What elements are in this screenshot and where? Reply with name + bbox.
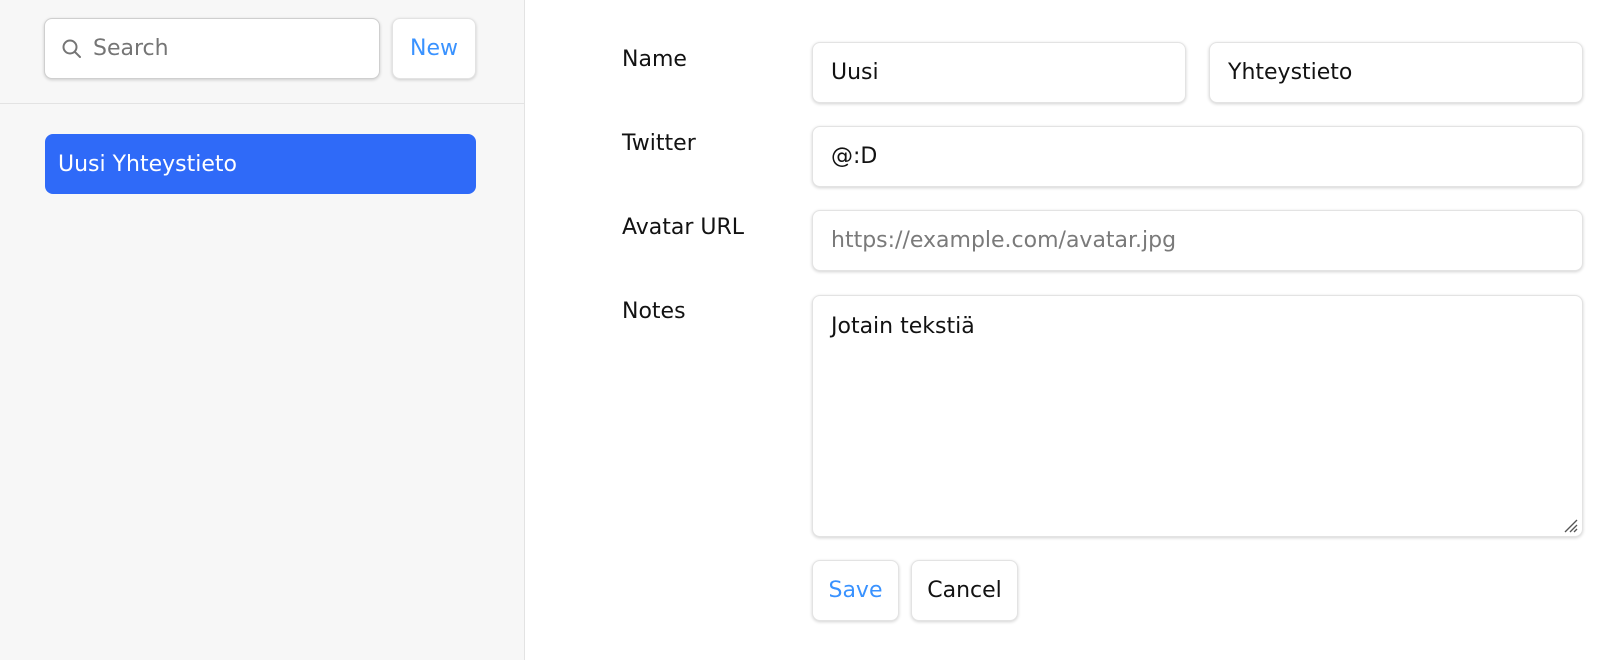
search-input[interactable] <box>45 19 379 78</box>
new-contact-button[interactable]: New <box>392 18 476 79</box>
search-icon <box>62 39 81 58</box>
contact-edit-form: Name Twitter Avatar URL Notes Jotain tek… <box>525 0 1603 660</box>
name-label: Name <box>622 47 687 72</box>
twitter-label: Twitter <box>622 131 696 156</box>
contact-item-uusi-yhteystieto[interactable]: Uusi Yhteystieto <box>45 134 476 194</box>
sidebar-header: New <box>0 0 524 104</box>
cancel-button[interactable]: Cancel <box>911 560 1018 621</box>
sidebar: New Uusi Yhteystieto <box>0 0 525 660</box>
notes-label: Notes <box>622 299 686 324</box>
search-box[interactable] <box>44 18 380 79</box>
contact-list: Uusi Yhteystieto <box>0 104 524 194</box>
avatar-url-label: Avatar URL <box>622 215 745 240</box>
resize-handle-icon[interactable] <box>1562 517 1578 533</box>
save-button[interactable]: Save <box>812 560 899 621</box>
twitter-input[interactable] <box>812 126 1583 187</box>
last-name-input[interactable] <box>1209 42 1583 103</box>
avatar-url-input[interactable] <box>812 210 1583 271</box>
first-name-input[interactable] <box>812 42 1186 103</box>
notes-textarea[interactable]: Jotain tekstiä <box>812 295 1583 537</box>
app: New Uusi Yhteystieto Name Twitter Avatar… <box>0 0 1603 660</box>
